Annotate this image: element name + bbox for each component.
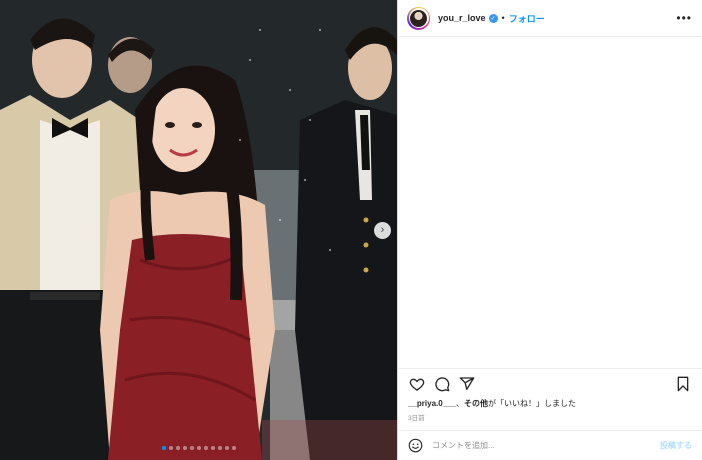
verified-badge-icon: ✓	[488, 13, 498, 23]
carousel-next-button[interactable]: ›	[374, 222, 391, 239]
post-photo	[0, 0, 397, 460]
likes-summary: __priya.0___、その他が「いいね！」しました	[398, 398, 702, 410]
carousel-indicator	[0, 446, 397, 450]
follow-button[interactable]: フォロー	[509, 12, 545, 25]
carousel-dot	[231, 446, 236, 450]
header-separator: •	[501, 13, 505, 23]
liker-username[interactable]: __priya.0___	[408, 399, 456, 408]
smiley-icon[interactable]	[408, 438, 423, 453]
carousel-dot	[210, 446, 215, 450]
comment-input[interactable]	[432, 441, 660, 450]
avatar[interactable]	[407, 6, 430, 30]
post-media[interactable]: ›	[0, 0, 397, 460]
post-timestamp[interactable]: 3日前	[398, 410, 702, 422]
comment-bar: 投稿する	[398, 430, 702, 460]
carousel-dot	[203, 446, 208, 450]
action-bar	[398, 368, 702, 398]
post-header: you_r_love ✓ • フォロー •••	[398, 0, 702, 37]
avatar-image	[410, 9, 427, 27]
heart-icon[interactable]	[408, 375, 426, 393]
comment-icon[interactable]	[433, 375, 451, 393]
carousel-dot	[161, 446, 166, 450]
bookmark-icon[interactable]	[674, 375, 692, 393]
carousel-dot	[168, 446, 173, 450]
comments-area	[398, 37, 702, 368]
chevron-right-icon: ›	[380, 224, 385, 236]
post-sidebar: you_r_love ✓ • フォロー ••• __priya.0___、その他…	[397, 0, 702, 460]
carousel-dot	[182, 446, 187, 450]
carousel-dot	[224, 446, 229, 450]
instagram-post-modal: › you_r_love ✓ • フォロー ••• __priya.0___、そ…	[0, 0, 702, 460]
likes-others-link[interactable]: その他	[464, 399, 488, 408]
post-comment-button[interactable]: 投稿する	[660, 440, 692, 451]
carousel-dot	[217, 446, 222, 450]
paper-plane-icon[interactable]	[458, 375, 476, 393]
carousel-dot	[196, 446, 201, 450]
likes-text-end: が「いいね！」しました	[488, 399, 577, 408]
more-options-icon[interactable]: •••	[676, 12, 692, 24]
carousel-dot	[189, 446, 194, 450]
likes-text-mid: 、	[456, 399, 465, 408]
username-link[interactable]: you_r_love	[438, 13, 486, 23]
carousel-dot	[175, 446, 180, 450]
